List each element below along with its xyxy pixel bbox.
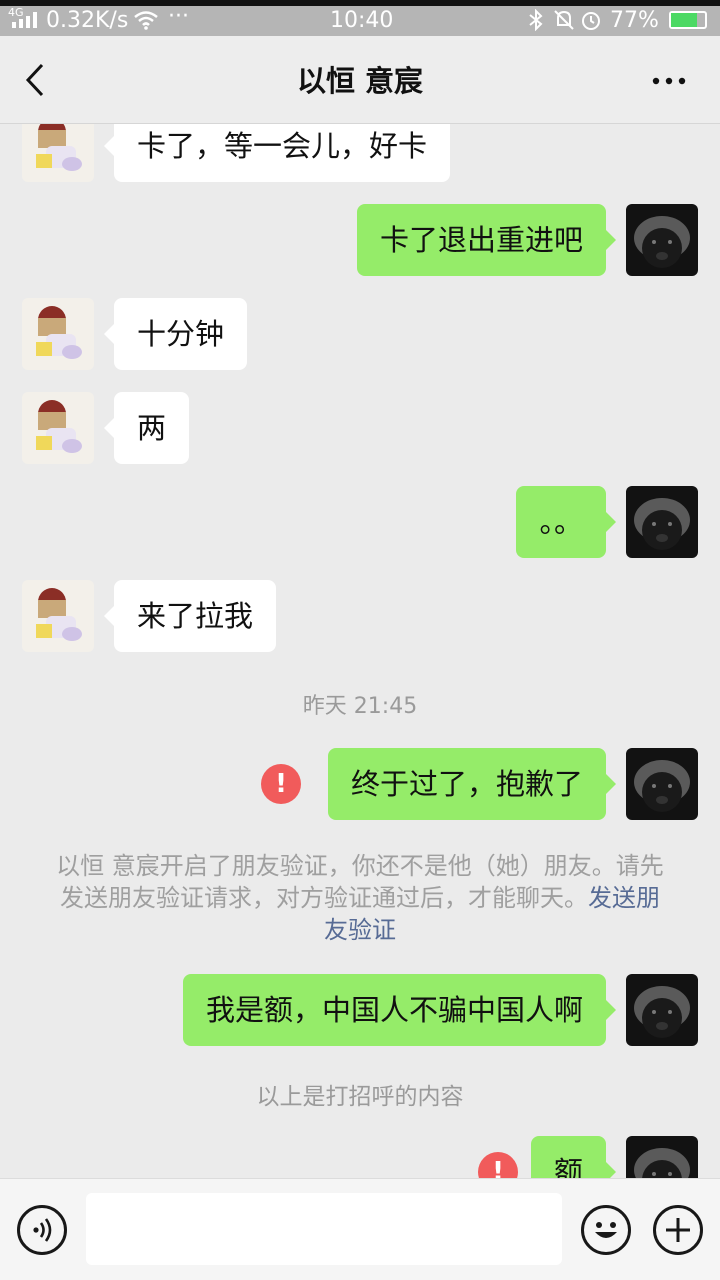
- message-bubble[interactable]: 我是额，中国人不骗中国人啊: [182, 974, 617, 1046]
- notice-text: 以恒 意宸开启了朋友验证，你还不是他（她）朋友。请先发送朋友验证请求，对方验证通…: [56, 852, 664, 912]
- friend-verification-notice: 以恒 意宸开启了朋友验证，你还不是他（她）朋友。请先发送朋友验证请求，对方验证通…: [56, 850, 664, 946]
- wifi-icon: [134, 11, 158, 30]
- message-input[interactable]: [86, 1193, 562, 1265]
- message-bubble[interactable]: 十分钟: [103, 298, 248, 370]
- message-bubble[interactable]: 来了拉我: [103, 580, 277, 652]
- emoji-icon[interactable]: [581, 1205, 631, 1255]
- friend-avatar[interactable]: [22, 298, 94, 370]
- input-bar: [0, 1178, 720, 1280]
- send-failed-icon[interactable]: !: [261, 764, 301, 804]
- chat-header: 以恒 意宸: [0, 36, 720, 124]
- my-avatar[interactable]: [626, 974, 698, 1046]
- alarm-icon: [582, 12, 600, 30]
- battery-icon: [669, 11, 707, 29]
- bluetooth-icon: [529, 9, 543, 31]
- timestamp: 昨天 21:45: [302, 694, 418, 719]
- friend-avatar[interactable]: [22, 392, 94, 464]
- signal-icon: [12, 12, 37, 28]
- message-bubble[interactable]: 。。: [516, 486, 616, 558]
- voice-icon[interactable]: [17, 1205, 67, 1255]
- my-avatar[interactable]: [626, 1136, 698, 1178]
- status-bar: 4G 0.32K/s ··· 10:40 77%: [0, 0, 720, 36]
- message-bubble[interactable]: 额: [530, 1136, 617, 1178]
- battery-percent: 77%: [610, 8, 659, 33]
- my-avatar[interactable]: [626, 204, 698, 276]
- chat-area[interactable]: 卡了，等一会儿，好卡 卡了退出重进吧 十分钟 两 。。 来了拉我 昨天 21:4…: [0, 124, 720, 1178]
- plus-icon[interactable]: [653, 1205, 703, 1255]
- friend-avatar[interactable]: [22, 124, 94, 182]
- more-dots-icon[interactable]: [652, 76, 686, 86]
- mute-bell-icon: [554, 10, 574, 30]
- send-failed-icon[interactable]: !: [478, 1152, 518, 1178]
- chat-title: 以恒 意宸: [296, 64, 424, 98]
- my-avatar[interactable]: [626, 486, 698, 558]
- message-bubble[interactable]: 卡了，等一会儿，好卡: [103, 124, 451, 182]
- message-bubble[interactable]: 两: [103, 392, 190, 464]
- system-message: 以上是打招呼的内容: [256, 1084, 464, 1110]
- network-speed: 0.32K/s: [46, 8, 129, 33]
- friend-avatar[interactable]: [22, 580, 94, 652]
- message-bubble[interactable]: 卡了退出重进吧: [356, 204, 617, 276]
- status-more: ···: [168, 4, 189, 29]
- message-bubble[interactable]: 终于过了，抱歉了: [327, 748, 617, 820]
- my-avatar[interactable]: [626, 748, 698, 820]
- status-time: 10:40: [330, 8, 394, 33]
